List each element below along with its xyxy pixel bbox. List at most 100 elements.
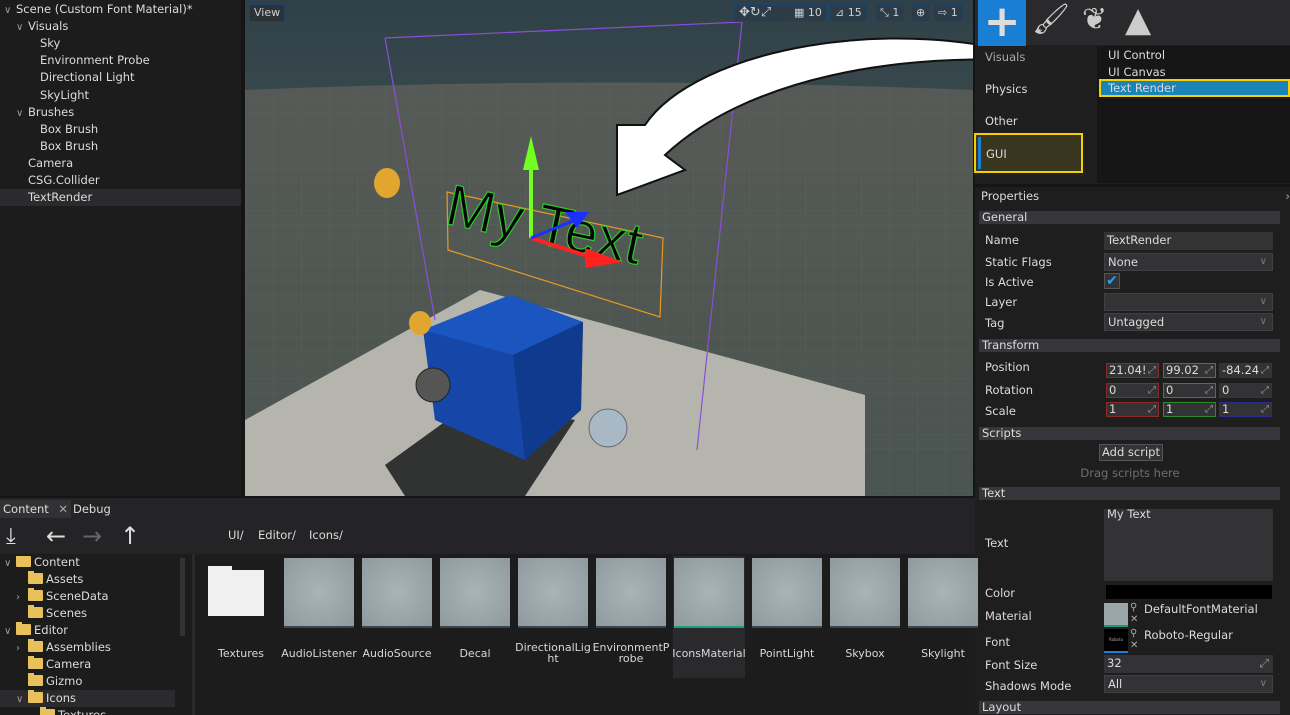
- foliage-tab-icon[interactable]: ❦: [1082, 2, 1107, 37]
- back-arrow-icon[interactable]: ←: [46, 522, 66, 550]
- asset-name: EnvironmentProbe: [592, 641, 670, 665]
- folder-tree-item[interactable]: Camera: [0, 656, 175, 673]
- rotate-icon[interactable]: ↻: [750, 5, 761, 20]
- scene-tree-item[interactable]: ∨ Brushes: [0, 104, 241, 121]
- folder-label: SceneData: [46, 589, 109, 603]
- tab-content[interactable]: Content ✕: [0, 500, 72, 518]
- scene-tree-item[interactable]: CSG.Collider: [0, 172, 241, 189]
- asset-item[interactable]: Skybox: [829, 556, 901, 676]
- text-input[interactable]: My Text: [1104, 508, 1273, 581]
- color-swatch[interactable]: [1106, 585, 1272, 599]
- chevron-right-icon[interactable]: ›: [16, 640, 28, 657]
- scene-viewport[interactable]: My Text View ✥↻⤢ ▦ 10 ⊿ 15 ⤡ 1 ⊕ ⇨ 1: [245, 0, 973, 496]
- font-thumbnail[interactable]: Roboto: [1104, 629, 1128, 653]
- chevron-right-icon[interactable]: ›: [16, 589, 28, 606]
- material-clear-icon[interactable]: ✕: [1130, 614, 1138, 625]
- material-thumbnail[interactable]: [1104, 603, 1128, 627]
- add-actor-tab-icon[interactable]: +: [978, 0, 1026, 46]
- scene-tree-item[interactable]: SkyLight: [0, 87, 241, 104]
- chevron-down-icon[interactable]: ∨: [4, 623, 16, 640]
- transform-mode-buttons[interactable]: ✥↻⤢: [734, 4, 790, 22]
- chevron-down-icon[interactable]: ∨: [16, 105, 28, 122]
- position-x: 21.04! ⤢: [1106, 363, 1159, 378]
- item-ui-control[interactable]: UI Control: [1099, 46, 1290, 64]
- folder-tree-item[interactable]: ∨ Content: [0, 556, 175, 571]
- folder-tree-item[interactable]: ∨ Editor: [0, 622, 175, 639]
- section-scripts[interactable]: Scripts: [979, 427, 1280, 440]
- folder-label: Camera: [46, 657, 92, 671]
- category-other[interactable]: Other: [985, 114, 1018, 128]
- properties-close-icon[interactable]: ›: [1285, 189, 1290, 203]
- section-transform[interactable]: Transform: [979, 339, 1280, 352]
- scene-tree-item[interactable]: TextRender: [0, 189, 241, 207]
- scene-tree-item[interactable]: Camera: [0, 155, 241, 172]
- scene-tree-item[interactable]: Directional Light: [0, 69, 241, 86]
- close-tab-icon[interactable]: ✕: [58, 502, 68, 516]
- asset-item[interactable]: Skylight: [907, 556, 979, 676]
- scene-tree-item[interactable]: ∨ Scene (Custom Font Material)*: [0, 1, 241, 18]
- asset-item[interactable]: AudioListener: [281, 556, 357, 676]
- drag-value-icon[interactable]: ⤢: [1260, 655, 1269, 671]
- add-script-button[interactable]: Add script: [1099, 444, 1163, 461]
- folder-tree-item[interactable]: Assets: [0, 571, 175, 588]
- scene-tree-item[interactable]: Box Brush: [0, 138, 241, 155]
- category-gui[interactable]: GUI: [974, 133, 1083, 173]
- scene-tree-item[interactable]: ∨ Visuals: [0, 18, 241, 35]
- font-find-icon[interactable]: ⚲: [1130, 628, 1137, 639]
- chevron-down-icon[interactable]: ∨: [16, 19, 28, 36]
- asset-item[interactable]: DirectionalLight: [515, 556, 591, 676]
- is-active-checkbox[interactable]: ✔: [1104, 273, 1120, 289]
- forward-arrow-icon[interactable]: →: [82, 522, 102, 550]
- category-visuals[interactable]: Visuals: [985, 50, 1025, 64]
- asset-item[interactable]: EnvironmentProbe: [593, 556, 669, 676]
- shadows-mode-dropdown[interactable]: All: [1104, 675, 1273, 693]
- import-icon[interactable]: ⤓: [6, 524, 16, 549]
- folder-icon: [28, 588, 43, 601]
- scale-icon[interactable]: ⤢: [761, 5, 771, 20]
- folder-tree-item[interactable]: Textures: [0, 707, 175, 715]
- translate-icon[interactable]: ✥: [739, 5, 750, 20]
- chevron-down-icon[interactable]: ∨: [4, 2, 16, 19]
- material-label: Material: [985, 609, 1032, 623]
- folder-tree-item[interactable]: › Assemblies: [0, 639, 175, 656]
- chevron-down-icon[interactable]: ∨: [16, 691, 28, 708]
- grid-snap-button[interactable]: ▦ 10: [789, 4, 827, 22]
- folder-tree-scrollbar[interactable]: [180, 558, 185, 636]
- asset-item[interactable]: AudioSource: [361, 556, 433, 676]
- up-arrow-icon[interactable]: ↑: [120, 522, 140, 550]
- asset-item[interactable]: Textures: [205, 556, 277, 676]
- scene-tree-item[interactable]: Box Brush: [0, 121, 241, 138]
- folder-tree-item[interactable]: ∨ Icons: [0, 690, 175, 707]
- scene-tree-item[interactable]: Sky: [0, 35, 241, 52]
- section-layout[interactable]: Layout: [979, 701, 1280, 714]
- scene-tree-item[interactable]: Environment Probe: [0, 52, 241, 69]
- layer-dropdown[interactable]: [1104, 293, 1273, 311]
- asset-item[interactable]: Decal: [439, 556, 511, 676]
- asset-item[interactable]: IconsMaterial: [672, 556, 746, 678]
- folder-tree-item[interactable]: › SceneData: [0, 588, 175, 605]
- tab-debug[interactable]: Debug: [70, 500, 114, 518]
- section-general[interactable]: General: [979, 211, 1280, 224]
- view-menu-button[interactable]: View: [249, 4, 286, 22]
- chevron-down-icon[interactable]: ∨: [4, 556, 16, 572]
- scale-y: 1 ⤢: [1163, 402, 1216, 417]
- category-physics[interactable]: Physics: [985, 82, 1028, 96]
- section-text[interactable]: Text: [979, 487, 1280, 500]
- font-size-input[interactable]: 32 ⤢: [1104, 655, 1273, 673]
- scale-snap-button[interactable]: ⤡ 1: [875, 4, 905, 22]
- folder-tree-item[interactable]: Scenes: [0, 605, 175, 622]
- camera-speed-button[interactable]: ⇨ 1: [933, 4, 963, 22]
- world-space-button[interactable]: ⊕: [911, 4, 931, 22]
- asset-item[interactable]: PointLight: [751, 556, 823, 676]
- paint-brush-tab-icon[interactable]: 🖌: [1032, 2, 1070, 37]
- rotate-snap-button[interactable]: ⊿ 15: [830, 4, 867, 22]
- item-text-render[interactable]: Text Render: [1099, 79, 1290, 97]
- tag-dropdown[interactable]: Untagged: [1104, 313, 1273, 331]
- name-input[interactable]: TextRender: [1104, 232, 1273, 250]
- static-flags-dropdown[interactable]: None: [1104, 253, 1273, 271]
- terrain-tab-icon[interactable]: ▲: [1125, 0, 1151, 40]
- folder-tree-item[interactable]: Gizmo: [0, 673, 175, 690]
- font-clear-icon[interactable]: ✕: [1130, 640, 1138, 651]
- material-find-icon[interactable]: ⚲: [1130, 602, 1137, 613]
- scene-tree-label: CSG.Collider: [28, 173, 100, 187]
